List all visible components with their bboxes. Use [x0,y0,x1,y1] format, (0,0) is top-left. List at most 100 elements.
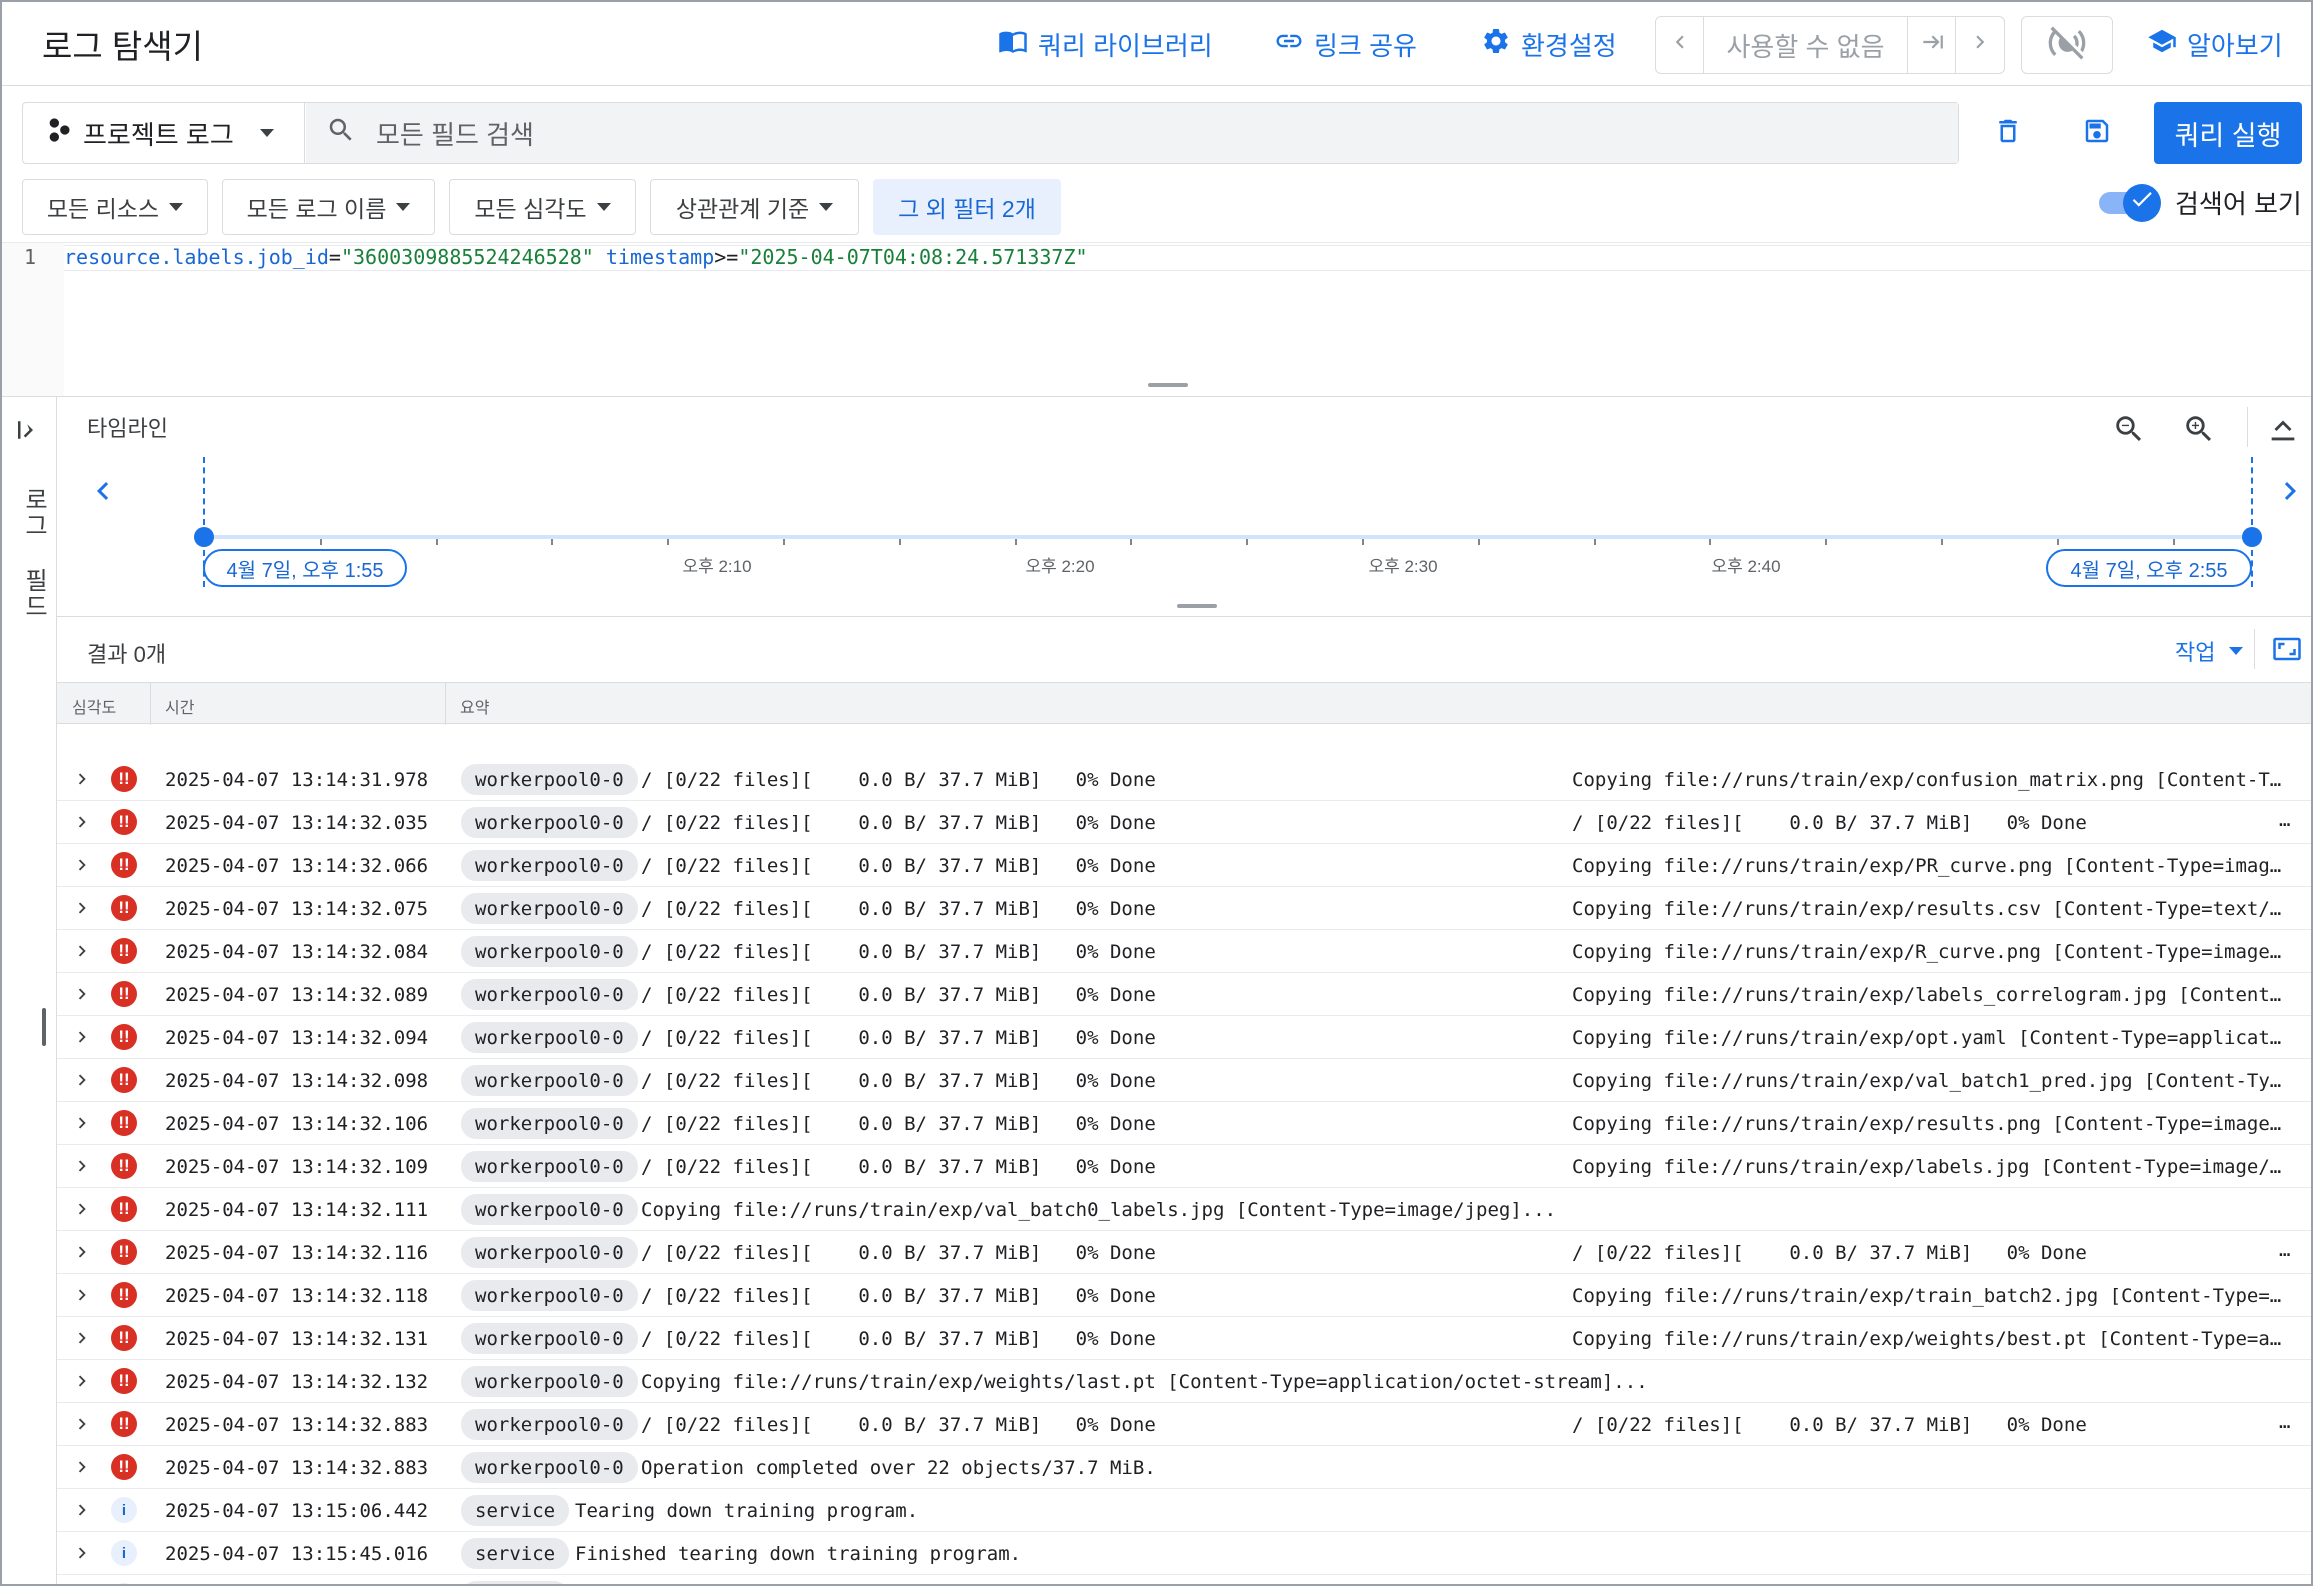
log-source-chip[interactable]: workerpool0-0 [461,1452,638,1483]
log-entry-row[interactable]: !! 2025-04-07 13:14:32.075 workerpool0-0/ … [57,887,2311,930]
log-entry-row[interactable]: i 2025-04-07 13:15:06.442 service Tearing d… [57,1489,2311,1532]
log-entry-row[interactable]: !! 2025-04-07 13:14:32.089 workerpool0-0/ … [57,973,2311,1016]
log-entry-row[interactable]: i 2025-04-07 13:15:45.016 service Finished … [57,1532,2311,1575]
column-time[interactable]: 시간 [165,694,194,718]
log-source-chip[interactable]: workerpool0-0 [461,1366,638,1397]
pager-prev-button[interactable] [1656,17,1704,73]
log-entry-row[interactable]: i2025-04-07 13:15:45.336serviceJob compl… [57,1575,2311,1584]
zoom-in-button[interactable] [2179,411,2219,451]
fullscreen-button[interactable] [2267,631,2307,671]
log-source-chip[interactable]: service [461,1581,570,1584]
log-source-chip[interactable]: workerpool0-0 [461,1409,638,1440]
toggle-switch[interactable] [2099,183,2161,222]
log-entry-row[interactable]: !! 2025-04-07 13:14:32.094 workerpool0-0/ … [57,1016,2311,1059]
more-filters-chip[interactable]: 그 외 필터 2개 [873,179,1061,235]
resource-filter[interactable]: 모든 리소스 [22,179,208,235]
log-entry-row[interactable]: !! 2025-04-07 13:14:32.883 workerpool0-0 Op… [57,1446,2311,1489]
log-source-chip[interactable]: workerpool0-0 [461,979,638,1010]
log-entry-row[interactable]: !! 2025-04-07 13:14:32.118 workerpool0-0/ … [57,1274,2311,1317]
log-source-chip[interactable]: workerpool0-0 [461,1108,638,1139]
expand-row-chevron-icon[interactable] [71,1069,93,1091]
log-entry-row[interactable]: !! 2025-04-07 13:14:32.131 workerpool0-0/ … [57,1317,2311,1360]
log-entry-row[interactable]: !! 2025-04-07 13:14:32.098 workerpool0-0/ … [57,1059,2311,1102]
timeline-next-button[interactable] [2270,473,2310,513]
range-end-handle[interactable] [2242,527,2262,547]
log-source-chip[interactable]: workerpool0-0 [461,893,638,924]
zoom-out-button[interactable] [2109,411,2149,451]
log-entry-row[interactable]: !! 2025-04-07 13:14:32.084 workerpool0-0/ … [57,930,2311,973]
log-entry-row[interactable]: !! 2025-04-07 13:14:32.116 workerpool0-0/ … [57,1231,2311,1274]
expand-row-chevron-icon[interactable] [71,854,93,876]
log-entry-row[interactable]: !! 2025-04-07 13:14:32.106 workerpool0-0/ … [57,1102,2311,1145]
log-name-filter[interactable]: 모든 로그 이름 [222,179,435,235]
project-scope-dropdown[interactable]: 프로젝트 로그 [23,103,305,163]
expand-row-chevron-icon[interactable] [71,1198,93,1220]
expand-row-chevron-icon[interactable] [71,940,93,962]
preferences-button[interactable]: 환경설정 [1481,24,1617,64]
save-query-button[interactable] [2077,113,2117,153]
log-source-chip[interactable]: workerpool0-0 [461,1280,638,1311]
run-query-button[interactable]: 쿼리 실행 [2154,102,2302,164]
range-start-label[interactable]: 4월 7일, 오후 1:55 [203,549,407,587]
query-text-line[interactable]: resource.labels.job_id="3600309885524246… [64,245,2311,271]
pager-next-button[interactable] [1956,17,2004,73]
expand-row-chevron-icon[interactable] [71,1155,93,1177]
log-entry-row[interactable]: !! 2025-04-07 13:14:32.109 workerpool0-0/ … [57,1145,2311,1188]
show-query-toggle[interactable]: 검색어 보기 [2099,183,2302,222]
log-source-chip[interactable]: workerpool0-0 [461,936,638,967]
timeline-resize-handle[interactable] [1177,604,1217,608]
log-entry-row[interactable]: !! 2025-04-07 13:14:31.978 workerpool0-0/ … [57,758,2311,801]
actions-dropdown[interactable]: 작업 [2175,635,2244,667]
log-fields-label[interactable]: 로그 필드 [16,487,51,620]
expand-row-chevron-icon[interactable] [71,1327,93,1349]
log-entry-row[interactable]: !! 2025-04-07 13:14:32.132 workerpool0-0 Co… [57,1360,2311,1403]
expand-row-chevron-icon[interactable] [71,811,93,833]
log-source-chip[interactable]: workerpool0-0 [461,1323,638,1354]
query-library-button[interactable]: 쿼리 라이브러리 [998,24,1213,64]
expand-row-chevron-icon[interactable] [71,1542,93,1564]
log-entry-row[interactable]: !! 2025-04-07 13:14:32.035 workerpool0-0/ … [57,801,2311,844]
learn-button[interactable]: 알아보기 [2147,24,2283,64]
expand-row-chevron-icon[interactable] [71,1112,93,1134]
expand-row-chevron-icon[interactable] [71,1413,93,1435]
query-editor[interactable]: 1 resource.labels.job_id="36003098855242… [2,242,2311,397]
timeline-prev-button[interactable] [83,473,123,513]
log-source-chip[interactable]: workerpool0-0 [461,764,638,795]
log-source-chip[interactable]: workerpool0-0 [461,1022,638,1053]
column-summary[interactable]: 요약 [460,694,489,718]
pager-jump-end-button[interactable] [1908,17,1956,73]
log-entry-row[interactable]: !! 2025-04-07 13:14:32.066 workerpool0-0/ … [57,844,2311,887]
editor-resize-handle[interactable] [1148,383,1188,387]
expand-row-chevron-icon[interactable] [71,1284,93,1306]
expand-row-chevron-icon[interactable] [71,1026,93,1048]
range-start-handle[interactable] [194,527,214,547]
expand-row-chevron-icon[interactable] [71,1499,93,1521]
severity-filter[interactable]: 모든 심각도 [449,179,636,235]
log-entry-row[interactable]: !! 2025-04-07 13:14:32.111 workerpool0-0 Co… [57,1188,2311,1231]
column-severity[interactable]: 심각도 [72,694,116,718]
expand-row-chevron-icon[interactable] [71,768,93,790]
correlation-filter[interactable]: 상관관계 기준 [650,179,859,235]
log-source-chip[interactable]: workerpool0-0 [461,807,638,838]
scrollbar-thumb[interactable] [42,1008,46,1046]
log-source-chip[interactable]: service [461,1538,570,1569]
expand-panel-button[interactable] [8,412,48,452]
log-source-chip[interactable]: workerpool0-0 [461,1151,638,1182]
expand-row-chevron-icon[interactable] [71,897,93,919]
log-entry-row[interactable]: !! 2025-04-07 13:14:32.883 workerpool0-0/ … [57,1403,2311,1446]
clear-query-button[interactable] [1988,113,2028,153]
collapse-timeline-button[interactable] [2263,411,2303,451]
log-source-chip[interactable]: workerpool0-0 [461,1194,638,1225]
range-end-label[interactable]: 4월 7일, 오후 2:55 [2046,549,2252,587]
search-input[interactable]: 모든 필드 검색 [306,103,1958,163]
log-source-chip[interactable]: service [461,1495,570,1526]
log-source-chip[interactable]: workerpool0-0 [461,850,638,881]
share-link-button[interactable]: 링크 공유 [1274,24,1417,64]
expand-row-chevron-icon[interactable] [71,1456,93,1478]
expand-row-chevron-icon[interactable] [71,983,93,1005]
expand-row-chevron-icon[interactable] [71,1370,93,1392]
stream-logs-button[interactable] [2021,16,2113,74]
log-source-chip[interactable]: workerpool0-0 [461,1065,638,1096]
expand-row-chevron-icon[interactable] [71,1241,93,1263]
log-source-chip[interactable]: workerpool0-0 [461,1237,638,1268]
